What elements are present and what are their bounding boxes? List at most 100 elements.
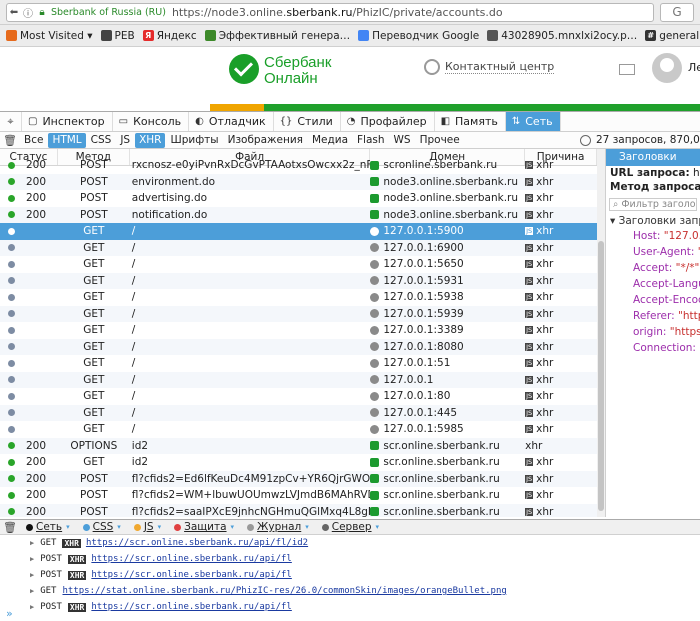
site-identity[interactable]: Sberbank of Russia (RU) [51, 7, 166, 18]
console-tab-2[interactable]: JS ▾ [128, 521, 168, 533]
tab-2[interactable]: ◐ Отладчик [189, 112, 274, 131]
tab-1[interactable]: ▭ Консоль [113, 112, 190, 131]
console-tab-1[interactable]: CSS ▾ [77, 521, 128, 533]
table-row[interactable]: 200 OPTIONS id2 scr.online.sberbank.ru xhr [0, 437, 597, 454]
table-row[interactable]: GET / 127.0.0.1:5938 JS xhr [0, 289, 597, 306]
table-row[interactable]: GET / 127.0.0.1:5650 JS xhr [0, 256, 597, 273]
avatar[interactable] [652, 53, 682, 83]
console-trash-icon[interactable]: 🗑︎ [0, 521, 20, 534]
table-row[interactable]: GET / 127.0.0.1:6900 JS xhr [0, 239, 597, 256]
console-url-link[interactable]: https://stat.online.sberbank.ru/PhizIC-r… [62, 586, 506, 596]
console-line[interactable]: ▶ GET https://stat.online.sberbank.ru/Phiz… [0, 583, 700, 599]
bookmark-item[interactable]: Most Visited ▾ [6, 30, 93, 42]
bookmark-item[interactable]: Эффективный генера… [204, 30, 350, 42]
search-box[interactable]: G [660, 3, 694, 22]
filter-button[interactable]: CSS [87, 133, 116, 148]
table-row[interactable]: GET / 127.0.0.1:80 JS xhr [0, 388, 597, 405]
console-tab-0[interactable]: Сеть ▾ [20, 521, 77, 533]
sberbank-logo-icon[interactable] [229, 54, 259, 84]
filter-button[interactable]: Медиа [308, 133, 352, 148]
logo-title[interactable]: Сбербанк [264, 54, 331, 71]
tab-6[interactable]: ⇅ Сеть [505, 112, 561, 131]
expand-arrow-icon[interactable]: ▶ [30, 587, 34, 595]
url-text[interactable]: https://node3.online.sberbank.ru/PhizIC/… [172, 6, 503, 19]
console-line[interactable]: ▶ GET XHR https://scr.online.sberbank.ru/ap… [0, 535, 700, 551]
table-row[interactable]: 200 POST rxcnosz-e0yiPvnRxDcGvPTAAotxsOwcx… [0, 157, 597, 174]
filter-button[interactable]: Изображения [224, 133, 307, 148]
expand-arrow-icon[interactable]: ▶ [30, 539, 34, 547]
table-row[interactable]: GET / 127.0.0.1:8080 JS xhr [0, 338, 597, 355]
tab-5[interactable]: ◧ Память [435, 112, 506, 131]
header-entry[interactable]: Accept: "*/*" [606, 260, 700, 276]
console-url-link[interactable]: https://scr.online.sberbank.ru/api/fl/id… [86, 538, 308, 548]
filter-button[interactable]: Все [20, 133, 47, 148]
header-entry[interactable]: User-Agent: "M [606, 244, 700, 260]
table-row[interactable]: 200 POST notification.do node3.online.sberb… [0, 206, 597, 223]
console-url-link[interactable]: https://scr.online.sberbank.ru/api/fl [91, 554, 291, 564]
status-dot-icon [8, 392, 15, 400]
header-entry[interactable]: Host: "127.0.0. [606, 228, 700, 244]
table-row[interactable]: 200 POST fl?cfids2=saaIPXcE9jnhcNGHmuQGlMx… [0, 503, 597, 517]
filter-button[interactable]: XHR [135, 132, 166, 148]
info-icon[interactable]: ⓘ [21, 5, 35, 20]
table-row[interactable]: GET / 127.0.0.1:5985 JS xhr [0, 421, 597, 438]
bookmark-item[interactable]: Я Яндекс [142, 30, 197, 42]
header-entry[interactable]: Referer: "http [606, 308, 700, 324]
console-url-link[interactable]: https://scr.online.sberbank.ru/api/fl [91, 570, 291, 580]
table-row[interactable]: GET / 127.0.0.1 JS xhr [0, 371, 597, 388]
headers-filter-input[interactable]: ⌕ Фильтр заголов [609, 198, 697, 211]
table-row[interactable]: GET / 127.0.0.1:5931 JS xhr [0, 272, 597, 289]
filter-button[interactable]: JS [116, 133, 134, 148]
url-bar[interactable]: ⬅ ⓘ 🔒︎ Sberbank of Russia (RU) https://n… [6, 3, 654, 22]
filter-button[interactable]: Flash [353, 133, 389, 148]
table-row[interactable]: 200 POST advertising.do node3.online.sberba… [0, 190, 597, 207]
table-row[interactable]: GET / 127.0.0.1:5939 JS xhr [0, 305, 597, 322]
scrollbar-thumb[interactable] [598, 241, 604, 511]
request-headers-section[interactable]: ▾ Заголовки запро [606, 214, 700, 228]
table-row[interactable]: 200 POST fl?cfids2=Ed6lfKeuDc4M91zpCv+YR6Q… [0, 470, 597, 487]
console-tab-4[interactable]: Журнал ▾ [241, 521, 316, 533]
console-line[interactable]: ▶ POST XHR https://scr.online.sberbank.ru/a… [0, 567, 700, 583]
console-tab-5[interactable]: Сервер ▾ [316, 521, 386, 533]
table-row[interactable]: GET / 127.0.0.1:51 JS xhr [0, 355, 597, 372]
console-line[interactable]: ▶ POST XHR https://scr.online.sberbank.ru/a… [0, 551, 700, 567]
filter-button[interactable]: WS [390, 133, 415, 148]
tab-headers[interactable]: Заголовки [606, 149, 700, 166]
console-line[interactable]: ▶ POST XHR https://scr.online.sberbank.ru/a… [0, 599, 700, 615]
table-row[interactable]: GET / 127.0.0.1:5900 JS xhr [0, 223, 597, 240]
filter-button[interactable]: HTML [48, 132, 86, 148]
tab-3[interactable]: {} Стили [274, 112, 341, 131]
expand-arrow-icon[interactable]: ▶ [30, 555, 34, 563]
table-scrollbar[interactable] [597, 149, 605, 517]
tab-0[interactable]: ▢ Инспектор [22, 112, 113, 131]
bookmark-item[interactable]: PEB [100, 30, 135, 42]
bookmark-item[interactable]: 43028905.mnxlxi2ocy.p… [487, 30, 637, 42]
table-row[interactable]: GET / 127.0.0.1:3389 JS xhr [0, 322, 597, 339]
header-entry[interactable]: origin: "https: [606, 324, 700, 340]
header-entry[interactable]: Accept-Encodi [606, 292, 700, 308]
filter-button[interactable]: Шрифты [166, 133, 222, 148]
element-picker-icon[interactable]: ⌖ [0, 112, 22, 131]
mail-icon[interactable] [619, 64, 635, 75]
status-dot-icon [8, 491, 15, 499]
table-row[interactable]: 200 POST fl?cfids2=WM+lbuwUOUmwzLVJmdB6MAh… [0, 487, 597, 504]
contact-center-link[interactable]: Контактный центр [424, 59, 555, 75]
table-row[interactable]: GET / 127.0.0.1:445 JS xhr [0, 404, 597, 421]
header-entry[interactable]: Connection: "k [606, 340, 700, 356]
filter-button[interactable]: Прочее [416, 133, 464, 148]
console-prompt[interactable]: » [6, 607, 13, 620]
console-tab-3[interactable]: Защита ▾ [168, 521, 241, 533]
bookmark-item[interactable]: Переводчик Google [358, 30, 479, 42]
header-entry[interactable]: Accept-Langua [606, 276, 700, 292]
table-row[interactable]: 200 POST environment.do node3.online.sberba… [0, 173, 597, 190]
logo-subtitle[interactable]: Онлайн [264, 70, 318, 87]
console-url-link[interactable]: https://scr.online.sberbank.ru/api/fl [91, 602, 291, 612]
user-name[interactable]: Ле [688, 61, 700, 74]
back-icon[interactable]: ⬅ [7, 7, 21, 18]
tab-4[interactable]: ◔ Профайлер [341, 112, 435, 131]
table-row[interactable]: 200 GET id2 scr.online.sberbank.ru JS xhr [0, 454, 597, 471]
expand-arrow-icon[interactable]: ▶ [30, 603, 34, 611]
trash-icon[interactable]: 🗑︎ [0, 134, 20, 147]
expand-arrow-icon[interactable]: ▶ [30, 571, 34, 579]
bookmark-item[interactable]: #general | funnybot Slack [645, 30, 700, 42]
